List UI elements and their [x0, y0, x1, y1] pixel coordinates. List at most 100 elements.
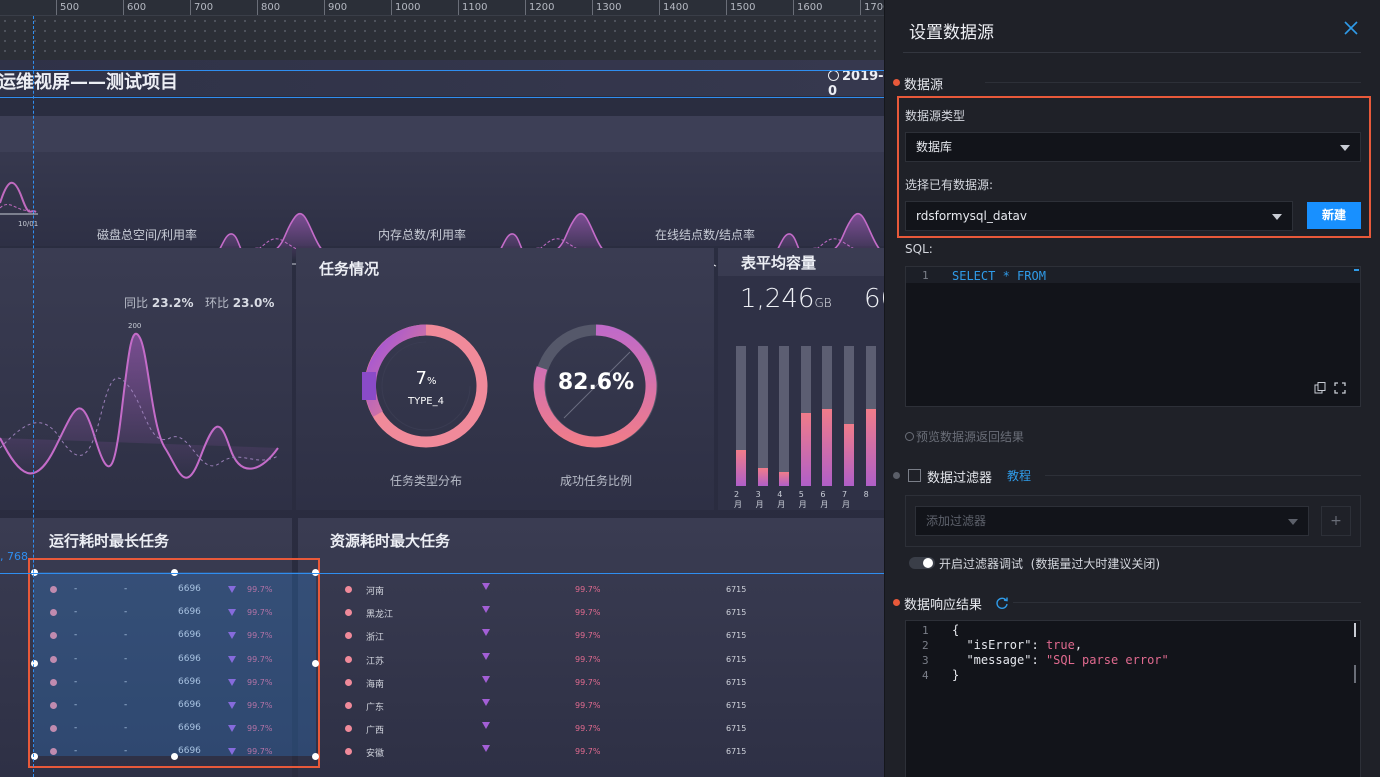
- resize-handle-se[interactable]: [312, 753, 319, 760]
- filter-select[interactable]: 添加过滤器: [915, 506, 1309, 536]
- debug-toggle[interactable]: [909, 557, 935, 569]
- kpi-strip[interactable]: 10/01 磁盘总空间/利用率88TB/79%01/0104/0107/0110…: [0, 116, 884, 284]
- kpi-label: 在线结点数/结点率: [655, 228, 756, 242]
- trend-down-icon: [482, 606, 490, 614]
- trend-panel[interactable]: 同比 23.2% 环比 23.0% 200: [0, 248, 292, 510]
- editor-canvas[interactable]: 运维视屏——测试项目 2019-0 10/01 磁盘总空间/利用率88TB/79…: [0, 16, 884, 777]
- tasks-panel[interactable]: 任务情况 7% TYPE_4 任务类型分布 82.6% 成功任务比例: [296, 248, 714, 510]
- ruler-tick: 1700: [860, 0, 884, 15]
- row-percent: 99.7%: [575, 677, 601, 687]
- ruler-tick: 1100: [458, 0, 487, 15]
- table-row[interactable]: 广东 99.7% 6715: [338, 698, 858, 714]
- code-text: }: [952, 668, 959, 682]
- capacity-value-2: 66: [864, 284, 884, 314]
- capacity-bar: [779, 472, 790, 486]
- sql-scroll-marker: [1354, 269, 1359, 271]
- longest-tasks-title: 运行耗时最长任务: [49, 532, 170, 550]
- trend-down-icon: [482, 583, 490, 590]
- filter-tutorial-link[interactable]: 教程: [1007, 467, 1031, 484]
- code-text: {: [952, 623, 959, 637]
- copy-icon[interactable]: [1314, 382, 1326, 394]
- row-status-dot: [345, 609, 352, 617]
- row-status-dot: [345, 725, 352, 733]
- result-editor[interactable]: 1{2 "isError": true, 3 "message": "SQL pa…: [905, 620, 1361, 777]
- selected-component-outline[interactable]: [28, 558, 320, 768]
- ds-type-label: 数据源类型: [905, 109, 966, 123]
- filter-label: 数据过滤器: [927, 471, 993, 486]
- row-region: 江苏: [366, 656, 385, 667]
- table-row[interactable]: 安徽 99.7% 6715: [338, 744, 858, 760]
- close-icon[interactable]: [1343, 20, 1359, 36]
- existing-ds-select[interactable]: rdsformysql_datav: [905, 201, 1293, 231]
- ruler-tick: 800: [257, 0, 280, 15]
- new-datasource-button[interactable]: 新建: [1307, 202, 1361, 229]
- ruler-tick: 500: [56, 0, 79, 15]
- datasource-settings-panel[interactable]: 设置数据源 数据源 数据源类型 数据库 选择已有数据源: rdsformysql…: [884, 0, 1380, 777]
- capacity-month-label: 6月: [820, 490, 829, 509]
- row-count: 6715: [726, 677, 747, 687]
- trend-down-icon: [482, 629, 490, 637]
- code-text: "isError": true,: [952, 638, 1082, 652]
- ruler-tick: 1500: [726, 0, 755, 15]
- ruler-tick: 900: [324, 0, 347, 15]
- kpi-label: 内存总数/利用率: [378, 228, 467, 242]
- trend-down-icon: [482, 652, 490, 660]
- ds-type-select[interactable]: 数据库: [905, 132, 1361, 162]
- section-datasource-label: 数据源: [904, 78, 944, 93]
- capacity-bar: [757, 468, 768, 486]
- row-region: 海南: [366, 679, 385, 690]
- capacity-month-label: 5月: [798, 490, 807, 509]
- trend-down-icon: [482, 722, 490, 730]
- ruler-tick: 1300: [592, 0, 621, 15]
- table-row[interactable]: 海南 99.7% 6715: [338, 675, 858, 691]
- title-divider: [903, 52, 1361, 53]
- kpi-partial-tick: 10/01: [18, 220, 39, 228]
- trend-ratios: 同比 23.2% 环比 23.0%: [124, 296, 275, 310]
- kpi-partial-sparkline: [0, 181, 38, 215]
- result-section-dot: [893, 599, 900, 606]
- tasks-title: 任务情况: [319, 260, 380, 278]
- preview-result-link[interactable]: 预览数据源返回结果: [905, 428, 1024, 445]
- filter-checkbox[interactable]: [908, 469, 921, 482]
- row-count: 6715: [726, 608, 747, 618]
- capacity-month-label: 4月: [777, 490, 786, 509]
- result-label: 数据响应结果: [904, 598, 983, 613]
- table-row[interactable]: 江苏 99.7% 6715: [338, 652, 858, 668]
- refresh-icon[interactable]: [995, 595, 1009, 609]
- chevron-down-icon: [1272, 214, 1282, 220]
- code-text: "message": "SQL parse error": [952, 653, 1168, 667]
- resize-handle-s[interactable]: [171, 753, 178, 760]
- line-number: 1: [922, 269, 929, 282]
- add-filter-button[interactable]: +: [1321, 506, 1351, 536]
- sql-editor[interactable]: 1 SELECT * FROM: [905, 266, 1361, 407]
- row-percent: 99.7%: [575, 724, 601, 734]
- resize-handle-e[interactable]: [312, 660, 319, 667]
- table-row[interactable]: 广西 99.7% 6715: [338, 721, 858, 737]
- horizontal-ruler: 500 600 700 800 900 1000 1100 1200 1300 1400 1500 1…: [0, 0, 884, 16]
- section-dot: [893, 79, 900, 86]
- row-status-dot: [345, 586, 352, 593]
- result-section-line: [1013, 602, 1361, 603]
- dashboard-header: 运维视屏——测试项目 2019-0: [0, 60, 884, 99]
- code-token: }: [952, 668, 960, 682]
- fullscreen-icon[interactable]: [1334, 382, 1346, 394]
- row-percent: 99.7%: [575, 631, 601, 641]
- row-status-dot: [345, 748, 352, 756]
- table-row[interactable]: 河南 99.7% 6715: [338, 582, 858, 598]
- row-percent: 99.7%: [575, 608, 601, 618]
- table-row[interactable]: 黑龙江 99.7% 6715: [338, 605, 858, 621]
- json-tail: ,: [1074, 638, 1083, 652]
- result-cursor-marker: [1354, 623, 1356, 637]
- code-token: {: [952, 623, 960, 637]
- table-row[interactable]: 浙江 99.7% 6715: [338, 628, 858, 644]
- resource-tasks-panel[interactable]: 资源耗时最大任务: [298, 518, 884, 777]
- row-count: 6715: [726, 701, 747, 710]
- row-status-dot: [345, 632, 352, 640]
- capacity-bar-track: [757, 346, 768, 486]
- trend-line-chart: [0, 332, 279, 479]
- capacity-bar: [800, 413, 811, 486]
- trend-down-icon: [482, 675, 490, 683]
- capacity-panel[interactable]: 表平均容量 1,246GB 66 2月 3月 4月 5月 6月 7月 8: [718, 248, 884, 510]
- row-region: 广西: [366, 726, 385, 737]
- dashboard-screen[interactable]: 运维视屏——测试项目 2019-0 10/01 磁盘总空间/利用率88TB/79…: [0, 60, 884, 777]
